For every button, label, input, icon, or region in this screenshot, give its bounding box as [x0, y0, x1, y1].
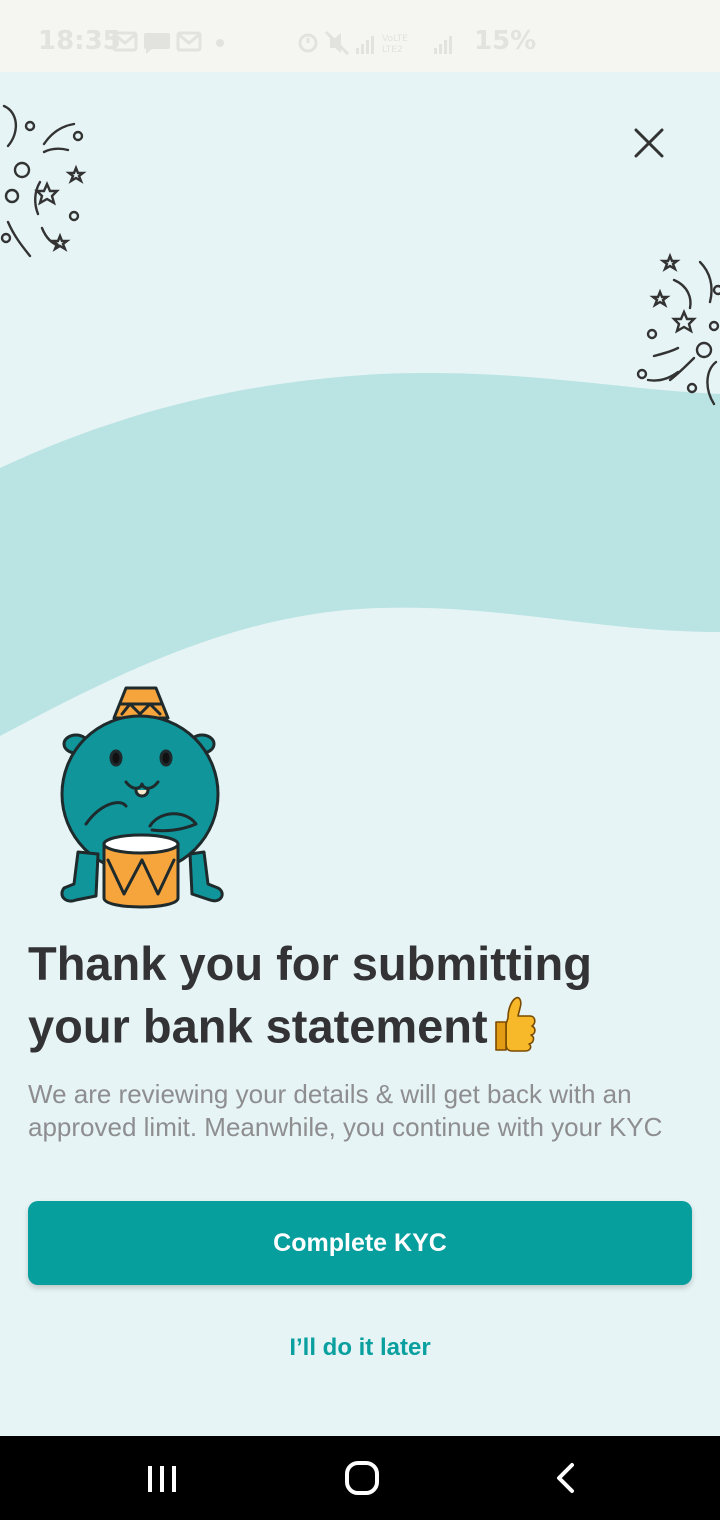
- recent-apps-button[interactable]: [144, 1464, 180, 1499]
- home-icon: [345, 1461, 379, 1495]
- close-icon: [634, 128, 664, 158]
- svg-text:VoLTE: VoLTE: [382, 34, 408, 44]
- back-button[interactable]: [552, 1462, 580, 1499]
- close-button[interactable]: [624, 118, 676, 170]
- complete-kyc-button[interactable]: Complete KYC: [28, 1201, 692, 1285]
- status-bar: 18:35 VoLTE LTE2 15%: [0, 0, 720, 72]
- svg-text:LTE2: LTE2: [382, 45, 403, 55]
- signal-icon: [434, 36, 452, 54]
- system-icons: VoLTE LTE2: [296, 30, 466, 60]
- signal-icon: [356, 36, 374, 54]
- fireworks-decoration-left: [0, 104, 87, 258]
- description-text: We are reviewing your details & will get…: [28, 1079, 663, 1142]
- fireworks-decoration-right: [636, 252, 720, 406]
- dot-icon: [216, 39, 224, 47]
- system-navigation-bar: [0, 1436, 720, 1520]
- drummer-mascot-illustration: [60, 686, 224, 909]
- notification-icons: [112, 30, 232, 58]
- headline-line-1: Thank you for submitting: [28, 937, 592, 990]
- battery-level: 15%: [474, 26, 537, 56]
- gmail-icon: [176, 31, 202, 52]
- headline-line-2: your bank statement: [28, 999, 488, 1053]
- do-it-later-link[interactable]: I’ll do it later: [0, 1334, 720, 1362]
- recent-apps-icon: [148, 1466, 176, 1492]
- thumbs-up-icon: [494, 994, 538, 1066]
- home-button[interactable]: [344, 1460, 380, 1501]
- mute-icon: [324, 30, 350, 56]
- alarm-icon: [298, 33, 318, 53]
- gmail-icon: [112, 31, 138, 52]
- message-icon: [144, 33, 170, 54]
- status-time: 18:35: [38, 26, 121, 56]
- headline: Thank you for submitting your bank state…: [28, 934, 688, 1066]
- kyc-prompt-screen: Thank you for submitting your bank state…: [0, 72, 720, 1436]
- volte-icon: VoLTE LTE2: [382, 34, 408, 55]
- back-icon: [557, 1463, 574, 1493]
